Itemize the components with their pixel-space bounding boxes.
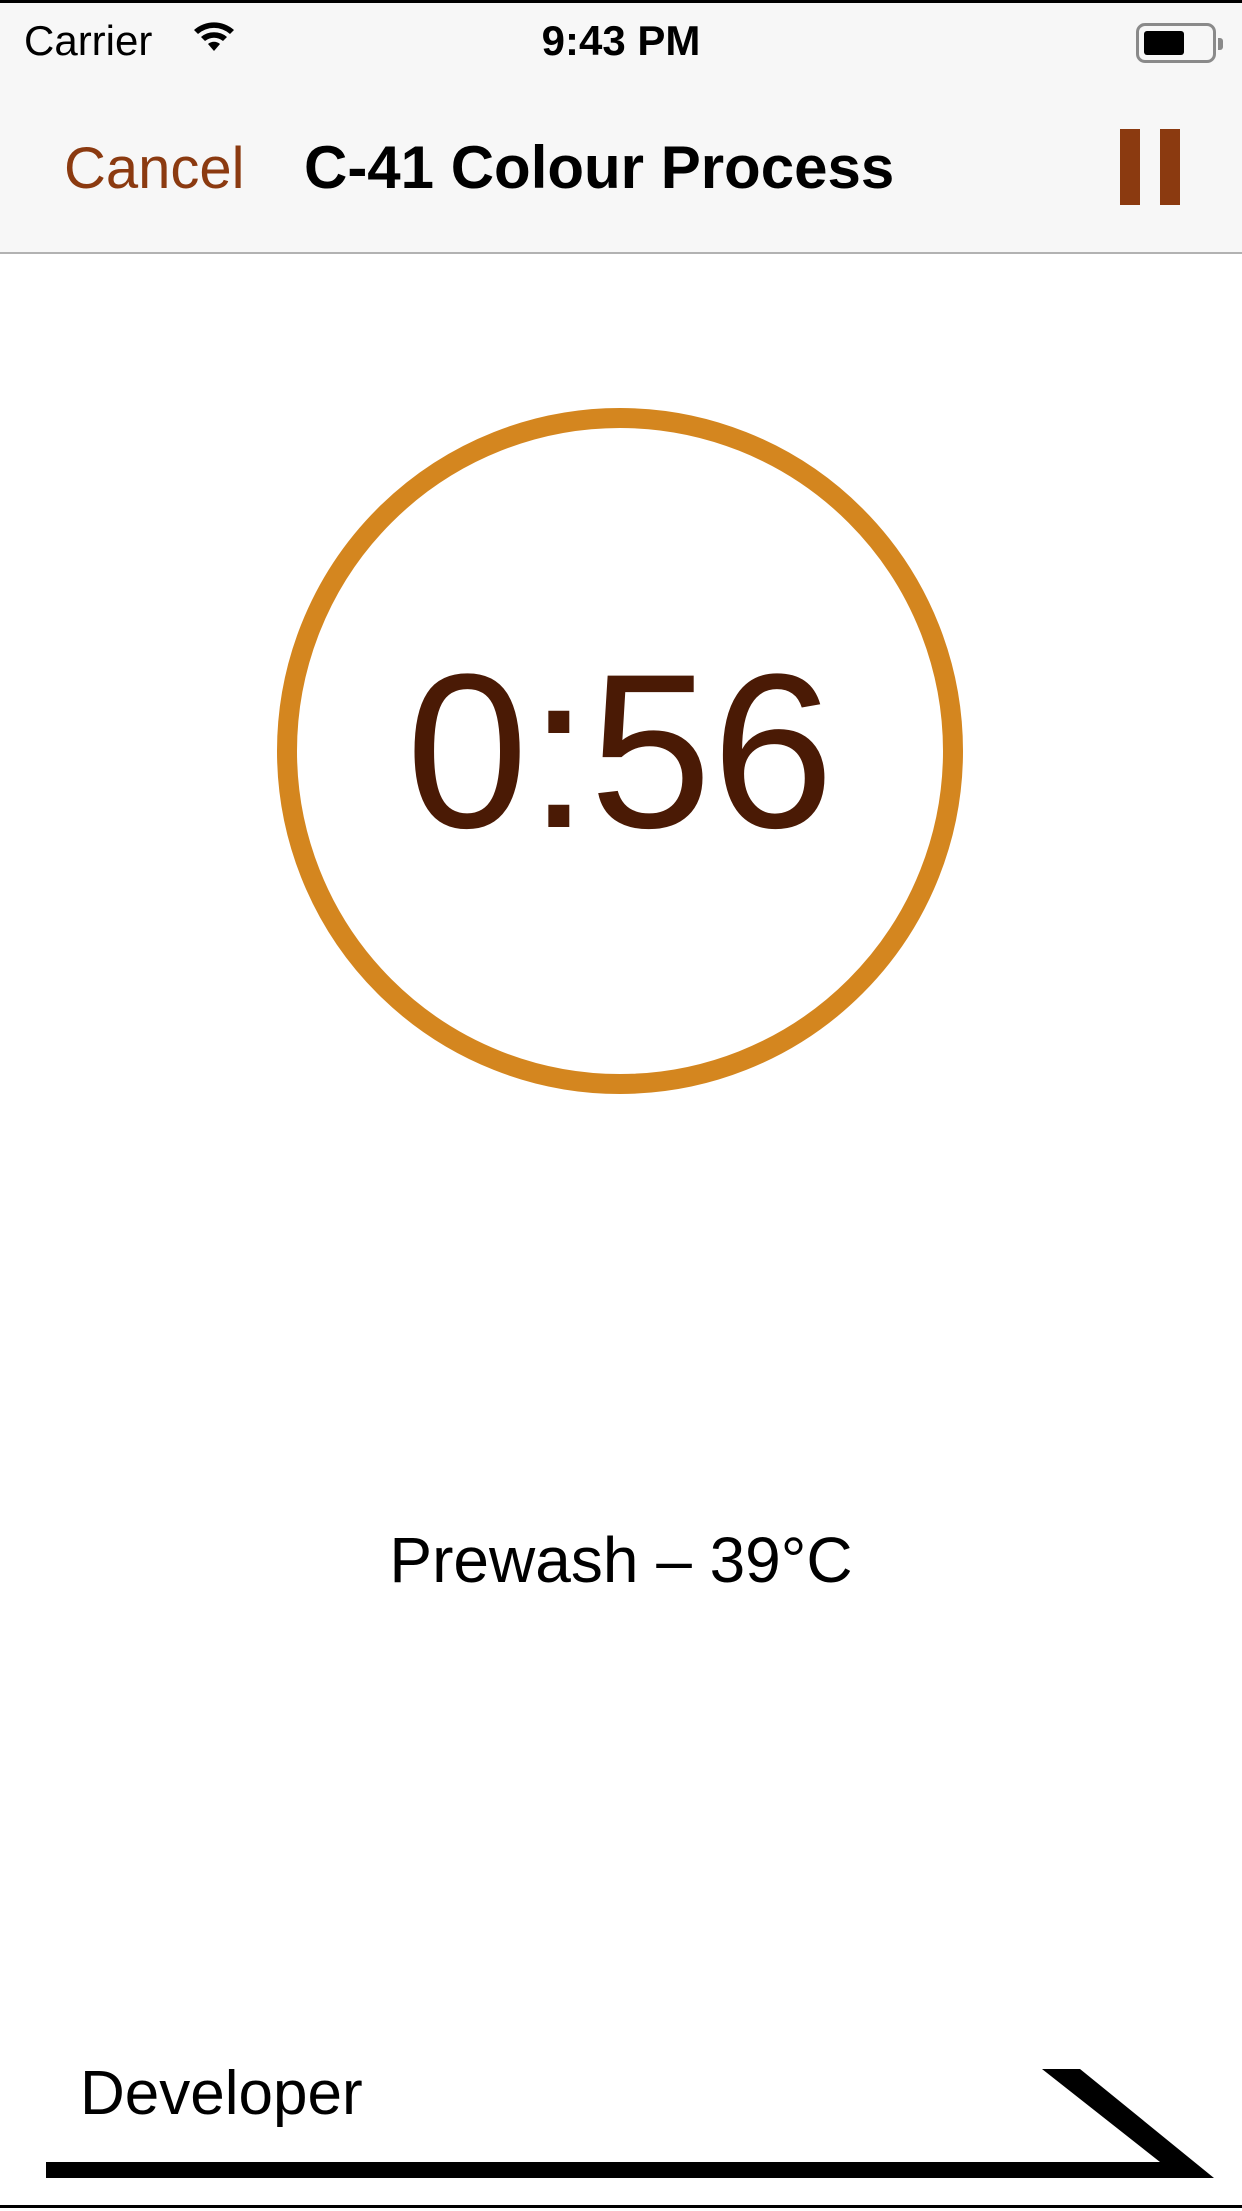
pause-button[interactable] [1120, 129, 1182, 205]
arrow-right-icon[interactable] [0, 2003, 1242, 2211]
page-title: C-41 Colour Process [304, 134, 895, 201]
timer-countdown: 0:56 [405, 627, 835, 874]
battery-icon [1136, 23, 1223, 63]
navigation-bar: Carrier 9:43 PM Cancel C-41 Colour Proce… [0, 3, 1242, 254]
status-time: 9:43 PM [541, 17, 701, 64]
pause-icon [1120, 129, 1140, 205]
pause-icon [1160, 129, 1180, 205]
current-step-label: Prewash – 39°C [389, 1524, 853, 1596]
cancel-button[interactable]: Cancel [64, 135, 245, 202]
